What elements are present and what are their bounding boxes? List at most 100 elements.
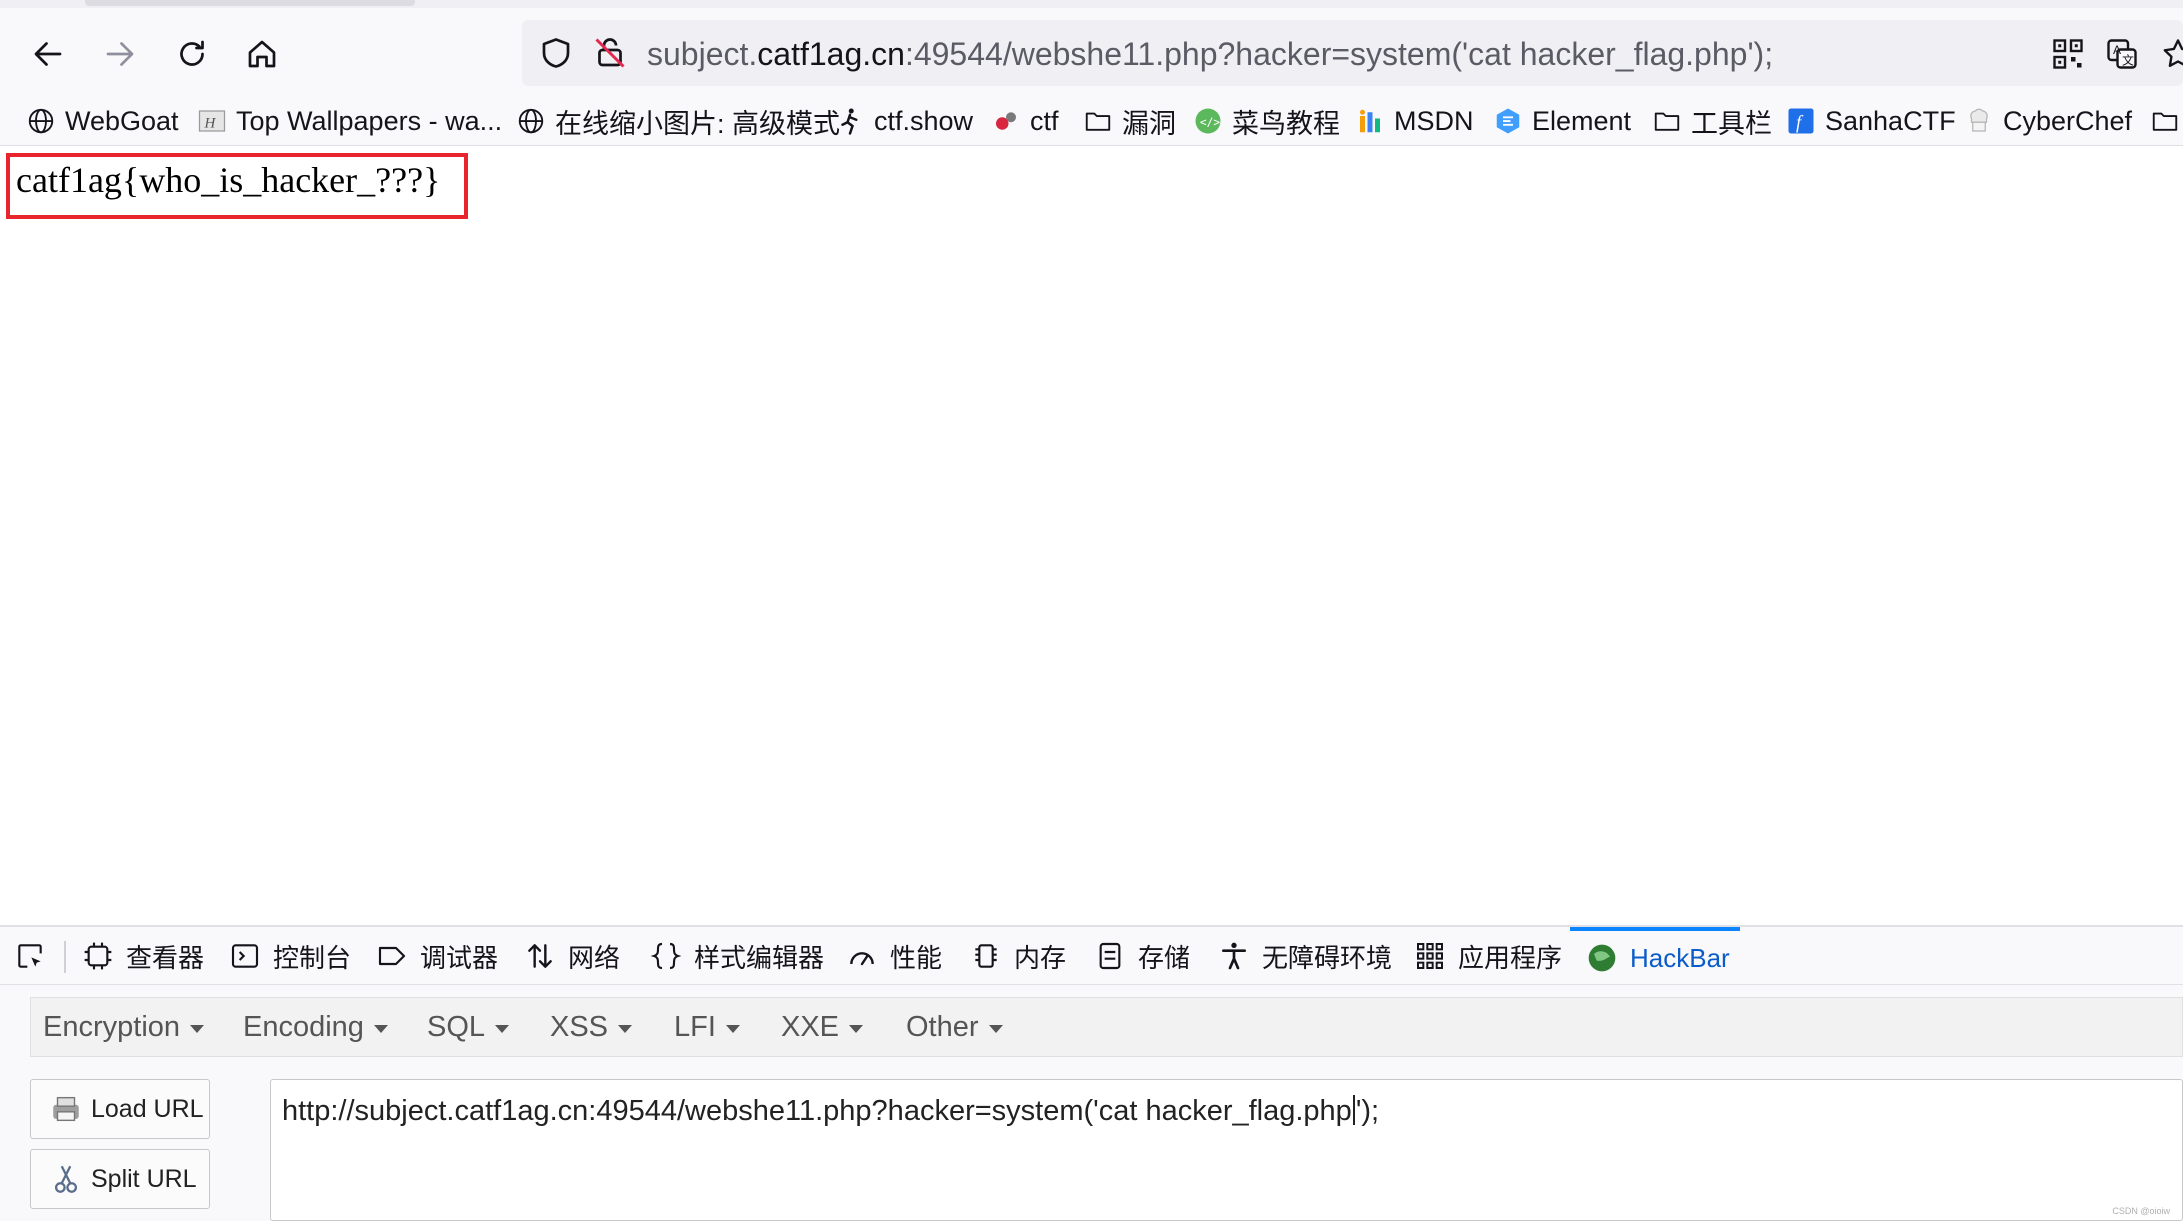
tab-style-editor[interactable]: 样式编辑器	[650, 927, 824, 985]
tab-debugger[interactable]: 调试器	[376, 927, 498, 985]
svg-text:文: 文	[2122, 53, 2134, 68]
element-picker-button[interactable]	[14, 927, 58, 985]
url-text[interactable]: subject.catf1ag.cn:49544/webshe11.php?ha…	[647, 35, 1773, 73]
tab-network[interactable]: 网络	[524, 927, 620, 985]
bookmark-ctf[interactable]: ctf	[991, 96, 1059, 146]
translate-button[interactable]: A文	[2094, 26, 2150, 82]
menu-lfi[interactable]: LFI	[674, 998, 740, 1056]
tab-label: HackBar	[1630, 942, 1730, 973]
url-host: catf1ag.cn	[757, 36, 905, 72]
split-url-label: Split URL	[91, 1164, 197, 1193]
bookmark-cyberchef[interactable]: CyberChef	[1964, 96, 2132, 146]
bookmark-overflow-folder[interactable]	[2150, 96, 2183, 146]
menu-label: Encryption	[43, 1010, 181, 1043]
load-url-label: Load URL	[91, 1094, 204, 1123]
bookmark-msdn[interactable]: MSDN	[1355, 96, 1474, 146]
tab-application[interactable]: 应用程序	[1414, 927, 1562, 985]
element-picker-icon	[18, 944, 42, 968]
runner-icon	[835, 106, 865, 136]
flag-highlight-box	[6, 153, 468, 219]
menu-encryption[interactable]: Encryption	[43, 998, 205, 1056]
folder-icon	[1083, 106, 1113, 136]
scissors-icon	[54, 1165, 78, 1193]
menu-label: XSS	[550, 1010, 609, 1043]
tab-label: 查看器	[126, 942, 205, 973]
menu-xxe[interactable]: XXE	[781, 998, 864, 1056]
bookmark-top-wallpapers[interactable]: H Top Wallpapers - wa...	[197, 96, 502, 146]
tab-storage[interactable]: 存储	[1094, 927, 1190, 985]
tab-accessibility[interactable]: 无障碍环境	[1218, 927, 1392, 985]
performance-icon	[850, 952, 874, 966]
tab-inspector[interactable]: 查看器	[82, 927, 204, 985]
menu-label: LFI	[674, 1010, 716, 1043]
bookmark-ctfshow[interactable]: ctf.show	[835, 96, 973, 146]
caret-down-icon	[190, 1025, 205, 1033]
tab-label: 无障碍环境	[1262, 942, 1393, 973]
caret-down-icon	[849, 1025, 864, 1033]
address-bar[interactable]: subject.catf1ag.cn:49544/webshe11.php?ha…	[522, 20, 2183, 86]
tab-label: 内存	[1014, 942, 1067, 973]
tab-performance[interactable]: 性能	[846, 927, 942, 985]
bookmark-folder-vuln[interactable]: 漏洞	[1083, 96, 1176, 146]
tab-console[interactable]: 控制台	[229, 927, 351, 985]
split-url-button[interactable]: Split URL	[30, 1149, 210, 1209]
bookmark-label: 工具栏	[1691, 108, 1772, 139]
bookmark-star-button[interactable]	[2150, 26, 2183, 82]
bookmark-label: WebGoat	[65, 105, 179, 136]
active-tab-edge[interactable]	[85, 0, 415, 6]
menu-other[interactable]: Other	[906, 998, 1003, 1056]
caret-down-icon	[495, 1025, 510, 1033]
element-icon	[1493, 106, 1523, 136]
url-value-before-cursor: http://subject.catf1ag.cn:49544/webshe11…	[282, 1095, 1352, 1127]
tab-label: 性能	[890, 942, 943, 973]
sanhactf-icon: f	[1786, 106, 1816, 136]
bookmark-label: SanhaCTF	[1825, 105, 1956, 136]
ctf-icon	[991, 106, 1021, 136]
bookmark-sanhactf[interactable]: f SanhaCTF	[1786, 96, 1956, 146]
insecure-lock-icon[interactable]	[592, 35, 628, 71]
qr-code-button[interactable]	[2040, 26, 2096, 82]
braces-icon	[650, 942, 682, 970]
hackbar-url-input[interactable]: http://subject.catf1ag.cn:49544/webshe11…	[270, 1079, 2183, 1221]
menu-label: SQL	[427, 1010, 486, 1043]
navigation-toolbar: subject.catf1ag.cn:49544/webshe11.php?ha…	[0, 8, 2183, 96]
caret-down-icon	[988, 1025, 1003, 1033]
bookmark-element[interactable]: Element	[1493, 96, 1631, 146]
bookmark-label: Top Wallpapers - wa...	[236, 105, 503, 136]
menu-xss[interactable]: XSS	[550, 998, 633, 1056]
network-icon	[528, 944, 552, 968]
back-button[interactable]	[20, 26, 76, 82]
home-button[interactable]	[234, 26, 290, 82]
hackbar-panel: Encryption Encoding SQL XSS LFI XXE Othe…	[0, 985, 2183, 1221]
tab-label: 存储	[1138, 942, 1191, 973]
bookmark-label: ctf.show	[874, 105, 974, 136]
bookmarks-toolbar: WebGoat H Top Wallpapers - wa... 在线缩小图片:…	[0, 96, 2183, 146]
console-icon	[231, 944, 259, 968]
caret-down-icon	[725, 1025, 740, 1033]
reload-button[interactable]	[164, 26, 220, 82]
tab-memory[interactable]: 内存	[970, 927, 1066, 985]
menu-label: Encoding	[243, 1010, 364, 1043]
tab-label: 网络	[568, 942, 621, 973]
menu-encoding[interactable]: Encoding	[243, 998, 388, 1056]
bookmark-image-resizer[interactable]: 在线缩小图片: 高级模式	[516, 96, 840, 146]
bookmark-runoob[interactable]: </> 菜鸟教程	[1193, 96, 1340, 146]
accessibility-icon	[1222, 942, 1246, 970]
menu-label: XXE	[781, 1010, 840, 1043]
tab-label: 应用程序	[1458, 942, 1563, 973]
tab-hackbar[interactable]: HackBar	[1570, 927, 1740, 985]
menu-sql[interactable]: SQL	[427, 998, 510, 1056]
forward-button[interactable]	[92, 26, 148, 82]
bookmark-folder-toolbar[interactable]: 工具栏	[1652, 96, 1772, 146]
msdn-icon	[1355, 106, 1385, 136]
hackbar-icon	[1588, 944, 1616, 972]
bookmark-label: CyberChef	[2003, 105, 2133, 136]
bookmark-label: ctf	[1030, 105, 1059, 136]
text-cursor	[1352, 1095, 1355, 1125]
folder-icon	[1652, 106, 1682, 136]
bookmark-webgoat[interactable]: WebGoat	[26, 96, 179, 146]
shield-icon[interactable]	[538, 35, 574, 71]
load-url-button[interactable]: Load URL	[30, 1079, 210, 1139]
bookmark-label: MSDN	[1394, 105, 1474, 136]
caret-down-icon	[618, 1025, 633, 1033]
